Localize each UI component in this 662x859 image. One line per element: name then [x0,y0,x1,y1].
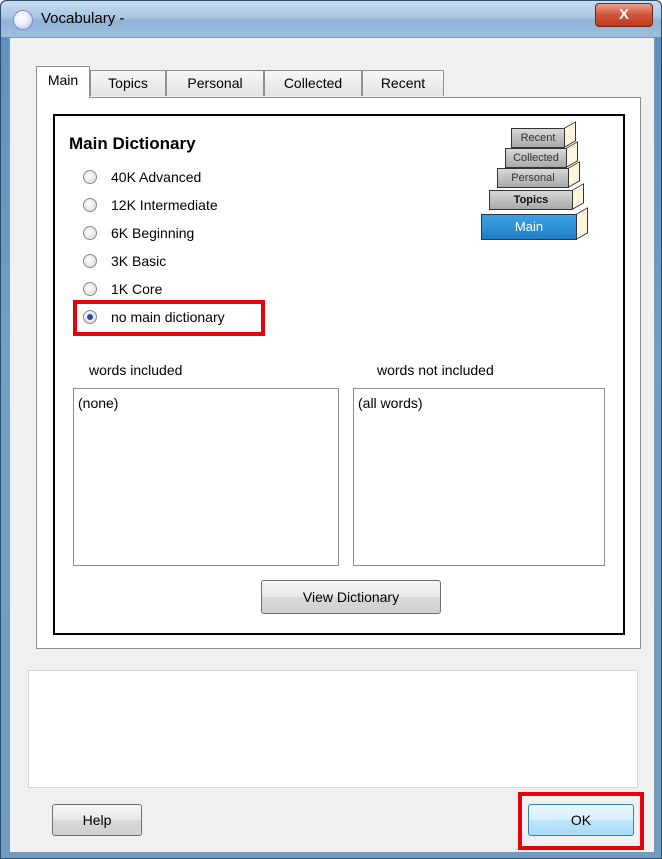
option-1k-core[interactable]: 1K Core [83,278,162,300]
radio-label: 1K Core [111,281,163,297]
radio-label: 3K Basic [111,253,167,269]
radio-6k-beginning[interactable] [83,226,97,240]
highlight-no-main-dictionary [73,300,265,336]
ok-button[interactable]: OK [528,804,634,836]
book-recent: Recent [511,121,576,148]
close-icon: X [618,6,629,23]
help-button[interactable]: Help [52,804,142,836]
dialog-client: Main Topics Personal Collected Recent Ma… [9,37,655,853]
tab-personal[interactable]: Personal [166,70,264,96]
tab-panel-main: Main Dictionary Recent Collected Persona… [36,97,641,649]
option-6k-beginning[interactable]: 6K Beginning [83,222,194,244]
tab-main[interactable]: Main [36,66,90,98]
words-included-list[interactable]: (none) [73,388,339,566]
book-topics-label: Topics [513,194,549,206]
app-icon [13,10,33,30]
tab-collected[interactable]: Collected [264,70,362,96]
radio-12k-intermediate[interactable] [83,198,97,212]
book-main: Main [481,207,588,240]
list-item[interactable]: (none) [78,395,118,411]
radio-label: 6K Beginning [111,225,195,241]
words-included-label: words included [89,362,183,378]
words-not-included-list[interactable]: (all words) [353,388,605,566]
list-item[interactable]: (all words) [358,395,423,411]
radio-1k-core[interactable] [83,282,97,296]
tab-topics[interactable]: Topics [90,70,166,96]
window-title: Vocabulary - [41,10,125,27]
option-3k-basic[interactable]: 3K Basic [83,250,166,272]
view-dictionary-button[interactable]: View Dictionary [261,580,441,614]
title-bar[interactable]: Vocabulary - X [1,1,661,37]
radio-label: 40K Advanced [111,169,202,185]
option-12k-intermediate[interactable]: 12K Intermediate [83,194,218,216]
book-main-label: Main [514,219,544,234]
book-topics: Topics [489,183,584,210]
vocabulary-window: Vocabulary - X Main Topics Personal Coll… [0,0,662,859]
book-personal: Personal [497,161,580,188]
radio-label: 12K Intermediate [111,197,218,213]
status-area [28,670,638,788]
tab-recent[interactable]: Recent [362,70,444,96]
radio-40k-advanced[interactable] [83,170,97,184]
option-40k-advanced[interactable]: 40K Advanced [83,166,201,188]
books-stack-icon: Recent Collected Personal Topics Main [479,121,609,253]
radio-3k-basic[interactable] [83,254,97,268]
main-dictionary-heading: Main Dictionary [69,134,196,153]
book-collected-label: Collected [513,152,559,164]
book-collected: Collected [505,141,578,168]
words-not-included-label: words not included [377,362,494,378]
book-recent-label: Recent [520,132,556,144]
book-personal-label: Personal [511,172,555,184]
close-button[interactable]: X [595,3,653,27]
main-dictionary-group: Main Dictionary Recent Collected Persona… [53,114,625,635]
